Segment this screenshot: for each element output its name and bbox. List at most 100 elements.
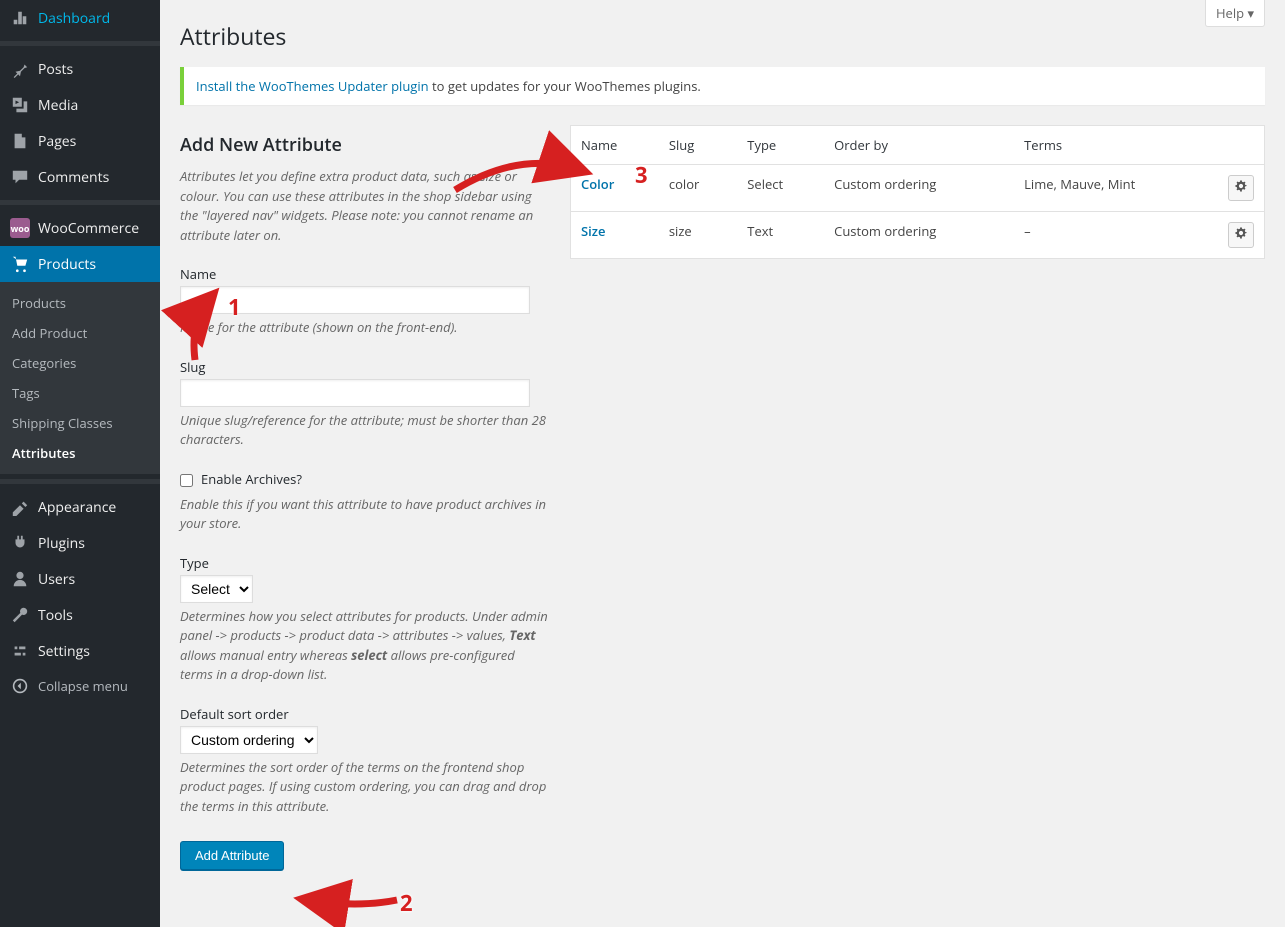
attr-type: Text: [737, 212, 824, 259]
pages-icon: [10, 131, 30, 151]
th-type: Type: [737, 126, 824, 165]
nav-pages[interactable]: Pages: [0, 123, 160, 159]
type-label: Type: [180, 554, 550, 572]
menu-separator: [0, 479, 160, 484]
nav-label: Pages: [38, 132, 76, 151]
form-title: Add New Attribute: [180, 133, 550, 157]
attributes-table-wrap: Name Slug Type Order by Terms Color colo…: [570, 125, 1265, 870]
attr-terms: Lime, Mauve, Mint: [1014, 165, 1218, 212]
pin-icon: [10, 59, 30, 79]
sub-products[interactable]: Products: [0, 288, 160, 318]
cart-icon: [10, 254, 30, 274]
th-slug: Slug: [659, 126, 737, 165]
nav-plugins[interactable]: Plugins: [0, 525, 160, 561]
nav-appearance[interactable]: Appearance: [0, 489, 160, 525]
products-submenu: Products Add Product Categories Tags Shi…: [0, 282, 160, 474]
configure-button[interactable]: [1228, 222, 1254, 248]
sub-attributes[interactable]: Attributes: [0, 438, 160, 468]
nav-settings[interactable]: Settings: [0, 633, 160, 669]
slug-input[interactable]: [180, 379, 530, 407]
sub-categories[interactable]: Categories: [0, 348, 160, 378]
admin-sidebar: Dashboard Posts Media Pages: [0, 0, 160, 927]
nav-label: Comments: [38, 168, 109, 187]
add-attribute-button[interactable]: Add Attribute: [180, 841, 284, 870]
nav-label: Products: [38, 255, 96, 274]
nav-label: Appearance: [38, 498, 116, 517]
archives-checkbox[interactable]: [180, 474, 193, 487]
plugins-icon: [10, 533, 30, 553]
attr-type: Select: [737, 165, 824, 212]
nav-label: Settings: [38, 642, 90, 661]
nav-label: Plugins: [38, 534, 85, 553]
help-tab[interactable]: Help ▾: [1205, 0, 1265, 27]
attr-slug: color: [659, 165, 737, 212]
nav-dashboard[interactable]: Dashboard: [0, 0, 160, 36]
th-name: Name: [571, 126, 659, 165]
attr-orderby: Custom ordering: [824, 212, 1014, 259]
nav-products[interactable]: Products: [0, 246, 160, 282]
nav-media[interactable]: Media: [0, 87, 160, 123]
name-input[interactable]: [180, 286, 530, 314]
form-intro: Attributes let you define extra product …: [180, 167, 550, 245]
slug-label: Slug: [180, 358, 550, 376]
sub-tags[interactable]: Tags: [0, 378, 160, 408]
nav-label: Posts: [38, 60, 73, 79]
nav-label: Media: [38, 96, 78, 115]
configure-button[interactable]: [1228, 175, 1254, 201]
add-attribute-form: Add New Attribute Attributes let you def…: [180, 125, 550, 870]
annotation-arrow-2: [297, 880, 407, 920]
sub-shipping-classes[interactable]: Shipping Classes: [0, 408, 160, 438]
annotation-number-2: 2: [400, 888, 413, 918]
type-select[interactable]: Select: [180, 575, 253, 603]
settings-icon: [10, 641, 30, 661]
notice-text: to get updates for your WooThemes plugin…: [429, 77, 701, 95]
attr-terms: –: [1014, 212, 1218, 259]
nav-comments[interactable]: Comments: [0, 159, 160, 195]
menu-separator: [0, 41, 160, 46]
users-icon: [10, 569, 30, 589]
attr-name-link[interactable]: Color: [581, 175, 614, 193]
gear-icon: [1234, 179, 1248, 197]
attr-name-link[interactable]: Size: [581, 222, 605, 240]
attributes-table: Name Slug Type Order by Terms Color colo…: [570, 125, 1265, 259]
collapse-menu[interactable]: Collapse menu: [0, 669, 160, 703]
attr-orderby: Custom ordering: [824, 165, 1014, 212]
gear-icon: [1234, 226, 1248, 244]
nav-label: WooCommerce: [38, 219, 139, 238]
collapse-label: Collapse menu: [38, 677, 128, 695]
collapse-icon: [10, 678, 30, 694]
menu-separator: [0, 200, 160, 205]
main-content: Help ▾ Attributes Install the WooThemes …: [160, 0, 1285, 927]
appearance-icon: [10, 497, 30, 517]
slug-help: Unique slug/reference for the attribute;…: [180, 411, 550, 450]
sub-add-product[interactable]: Add Product: [0, 318, 160, 348]
page-title: Attributes: [180, 20, 1265, 52]
sort-select[interactable]: Custom ordering: [180, 726, 318, 754]
attr-slug: size: [659, 212, 737, 259]
sort-label: Default sort order: [180, 705, 550, 723]
nav-users[interactable]: Users: [0, 561, 160, 597]
table-row: Color color Select Custom ordering Lime,…: [571, 165, 1265, 212]
th-terms: Terms: [1014, 126, 1218, 165]
nav-posts[interactable]: Posts: [0, 51, 160, 87]
nav-label: Tools: [38, 606, 73, 625]
archives-label: Enable Archives?: [201, 470, 302, 488]
tools-icon: [10, 605, 30, 625]
updater-notice: Install the WooThemes Updater plugin to …: [180, 67, 1265, 105]
nav-label: Users: [38, 570, 75, 589]
nav-woocommerce[interactable]: woo WooCommerce: [0, 210, 160, 246]
table-row: Size size Text Custom ordering –: [571, 212, 1265, 259]
dashboard-icon: [10, 8, 30, 28]
notice-link[interactable]: Install the WooThemes Updater plugin: [196, 77, 429, 95]
name-label: Name: [180, 265, 550, 283]
name-help: Name for the attribute (shown on the fro…: [180, 318, 550, 338]
th-orderby: Order by: [824, 126, 1014, 165]
sort-help: Determines the sort order of the terms o…: [180, 758, 550, 817]
th-actions: [1218, 126, 1265, 165]
archives-help: Enable this if you want this attribute t…: [180, 495, 550, 534]
media-icon: [10, 95, 30, 115]
nav-tools[interactable]: Tools: [0, 597, 160, 633]
type-help: Determines how you select attributes for…: [180, 607, 550, 685]
nav-label: Dashboard: [38, 9, 110, 28]
woocommerce-icon: woo: [10, 218, 30, 238]
